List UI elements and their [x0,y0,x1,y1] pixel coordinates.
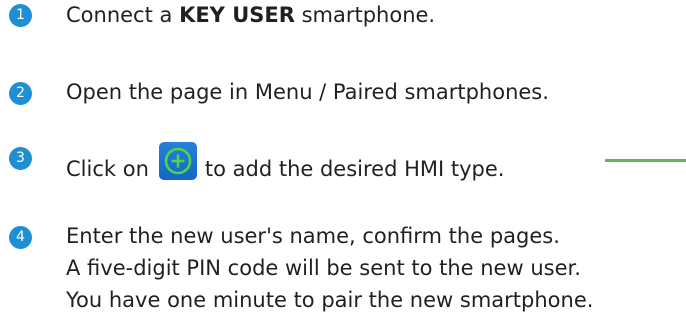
step-3-suffix: to add the desired HMI type. [204,157,505,181]
step-4-line-2: A five-digit PIN code will be sent to th… [66,256,581,280]
step-1-badge: 1 [9,4,32,27]
step-3-prefix: Click on [66,157,149,181]
step-4-line-1: Enter the new user's name, confirm the p… [66,224,560,248]
add-circle-icon [158,142,197,180]
step-3-badge: 3 [9,147,32,170]
step-3-text: Click on to add the desired HMI type. [66,142,504,185]
connector-line [605,159,686,162]
step-2-text: Open the page in Menu / Paired smartphon… [66,80,549,104]
step-4-badge: 4 [9,226,32,249]
step-2-badge: 2 [9,82,32,105]
step-1-text: Connect a KEY USER smartphone. [66,0,435,31]
step-1-prefix: Connect a [66,3,180,27]
step-1-emphasis: KEY USER [179,3,295,27]
step-4-line-3: You have one minute to pair the new smar… [66,288,594,312]
step-1-suffix: smartphone. [294,3,436,27]
